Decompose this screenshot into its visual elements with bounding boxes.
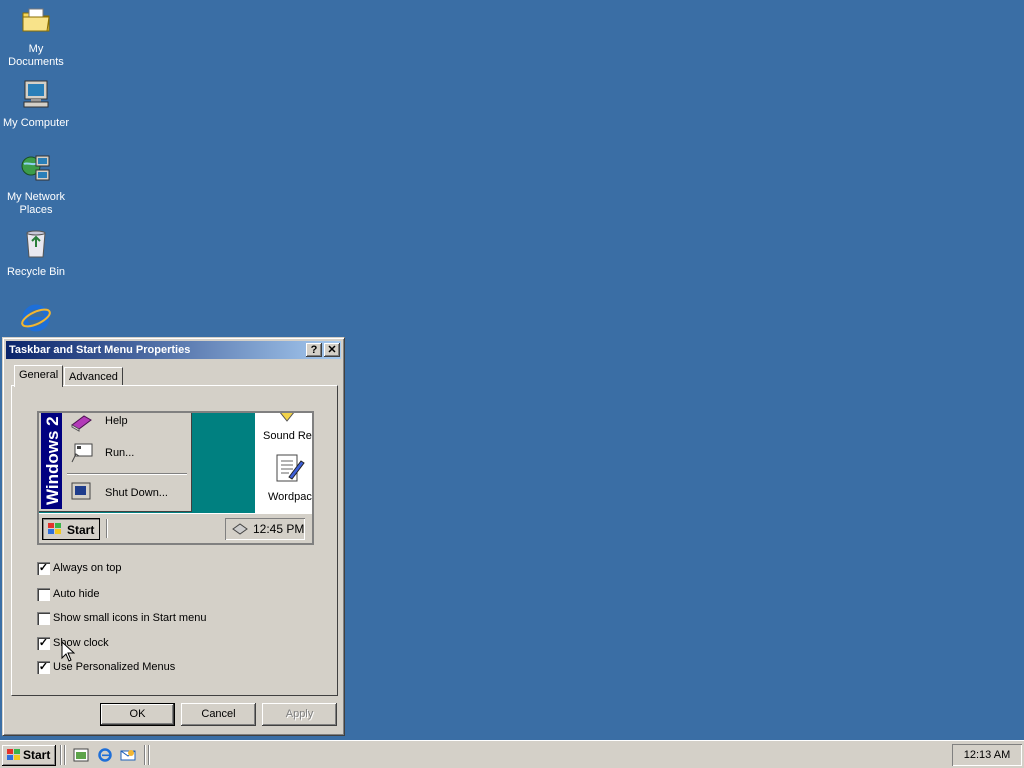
small-icons-checkbox[interactable] xyxy=(37,612,50,625)
option-label: Show small icons in Start menu xyxy=(53,612,207,624)
personalized-menus-checkbox[interactable]: ✓ xyxy=(37,661,50,674)
start-label: Start xyxy=(23,748,51,762)
desktop-icon-label: My Network Places xyxy=(6,191,66,216)
dialog-title: Taskbar and Start Menu Properties xyxy=(9,344,191,356)
start-button[interactable]: Start xyxy=(2,745,56,766)
internet-explorer-icon[interactable] xyxy=(97,747,113,763)
preview-desktop-items: Sound Re Wordpac xyxy=(255,413,312,513)
always-on-top-checkbox[interactable]: ✓ xyxy=(37,562,50,575)
desktop-icon-label: My Computer xyxy=(2,117,70,129)
recycle-bin-icon xyxy=(26,230,46,258)
dialog-titlebar[interactable]: Taskbar and Start Menu Properties ? ✕ xyxy=(6,341,341,359)
internet-explorer-icon xyxy=(21,304,51,332)
mouse-cursor-icon xyxy=(61,641,75,662)
option-label: Always on top xyxy=(53,562,122,574)
preview-menu-item-help: Help xyxy=(105,415,128,427)
auto-hide-checkbox[interactable] xyxy=(37,588,50,601)
cancel-button[interactable]: Cancel xyxy=(181,703,256,726)
ok-button[interactable]: OK xyxy=(100,703,175,726)
preview-taskbar-separator xyxy=(106,519,108,538)
desktop-icon-my-documents[interactable]: My Documents xyxy=(0,4,72,69)
computer-icon xyxy=(23,80,49,108)
desktop-icon-internet-explorer[interactable] xyxy=(0,302,72,341)
menu-separator xyxy=(67,473,187,475)
taskbar-separator xyxy=(64,745,66,765)
apply-button[interactable]: Apply xyxy=(262,703,337,726)
windows-logo-icon xyxy=(7,749,20,760)
windows-logo-icon xyxy=(48,523,61,534)
preview-taskbar: Start 12:45 PM xyxy=(39,513,312,543)
close-button[interactable]: ✕ xyxy=(324,343,340,357)
desktop-icon-my-network-places[interactable]: My Network Places xyxy=(0,152,72,217)
desktop-icon-my-computer[interactable]: My Computer xyxy=(0,78,72,130)
preview-start-menu: Windows 2 Help Run... Shut Down... xyxy=(39,413,192,512)
show-desktop-icon[interactable] xyxy=(73,747,89,763)
preview-start-button: Start xyxy=(42,518,100,540)
tab-general[interactable]: General xyxy=(14,365,63,387)
sound-recorder-icon xyxy=(279,413,295,422)
tab-advanced[interactable]: Advanced xyxy=(64,367,123,386)
taskbar: Start 12:13 AM xyxy=(0,740,1024,768)
printer-icon xyxy=(232,523,248,535)
preview-desktop-item-label: Sound Re xyxy=(263,430,312,442)
desktop-icon-label: My Documents xyxy=(8,43,64,68)
preview-start-label: Start xyxy=(67,523,95,537)
desktop-icon-label: Recycle Bin xyxy=(6,266,66,278)
outlook-express-icon[interactable] xyxy=(120,747,136,763)
help-book-icon xyxy=(71,415,92,432)
preview-menu-item-run: Run... xyxy=(105,447,135,459)
preview-clock: 12:45 PM xyxy=(253,522,305,536)
taskbar-properties-dialog: Taskbar and Start Menu Properties ? ✕ Ge… xyxy=(2,337,345,736)
taskbar-preview: Windows 2 Help Run... Shut Down... Sound… xyxy=(37,411,314,545)
taskbar-separator xyxy=(148,745,150,765)
help-button[interactable]: ? xyxy=(306,343,322,357)
option-label: Auto hide xyxy=(53,588,100,600)
show-clock-checkbox[interactable]: ✓ xyxy=(37,637,50,650)
taskbar-separator xyxy=(60,745,62,765)
run-icon xyxy=(71,443,93,463)
general-tab-panel: Windows 2 Help Run... Shut Down... Sound… xyxy=(11,385,338,696)
folder-documents-icon xyxy=(22,8,50,32)
taskbar-separator xyxy=(144,745,146,765)
preview-desktop-item-label: Wordpac xyxy=(268,491,312,503)
start-menu-banner-text: Windows 2 xyxy=(43,416,62,505)
start-menu-banner: Windows 2 xyxy=(41,413,62,509)
network-places-icon xyxy=(21,155,50,181)
wordpad-icon xyxy=(276,454,305,482)
system-tray-clock[interactable]: 12:13 AM xyxy=(952,744,1022,766)
shutdown-icon xyxy=(71,482,91,500)
preview-menu-item-shutdown: Shut Down... xyxy=(105,487,168,499)
desktop-icon-recycle-bin[interactable]: Recycle Bin xyxy=(0,227,72,279)
preview-tray: 12:45 PM xyxy=(225,518,305,540)
